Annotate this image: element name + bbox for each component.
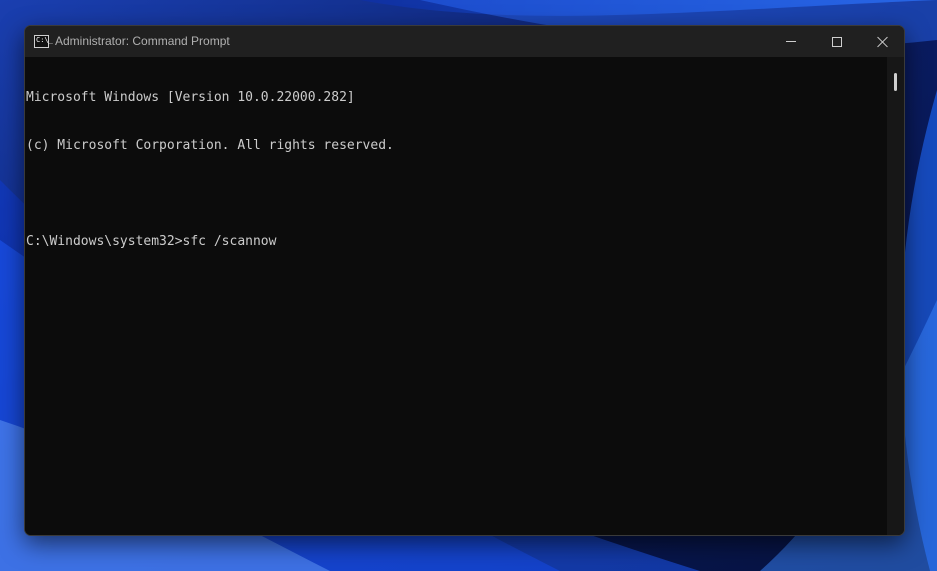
console-line-prompt-command: C:\Windows\system32>sfc /scannow bbox=[26, 234, 277, 249]
maximize-icon bbox=[832, 36, 842, 47]
console-output-area[interactable]: Microsoft Windows [Version 10.0.22000.28… bbox=[25, 57, 887, 535]
window-title: Administrator: Command Prompt bbox=[55, 34, 230, 48]
command-prompt-window[interactable]: C:\_ Administrator: Command Prompt Micro… bbox=[24, 25, 905, 536]
minimize-icon bbox=[786, 41, 796, 42]
app-icon-glyph: C:\_ bbox=[36, 36, 53, 44]
title-bar[interactable]: C:\_ Administrator: Command Prompt bbox=[25, 26, 904, 57]
close-icon bbox=[877, 36, 889, 48]
console-line-version: Microsoft Windows [Version 10.0.22000.28… bbox=[26, 90, 355, 105]
minimize-button[interactable] bbox=[768, 26, 814, 57]
scrollbar-thumb[interactable] bbox=[894, 73, 897, 91]
console-line-copyright: (c) Microsoft Corporation. All rights re… bbox=[26, 138, 394, 153]
command-prompt-icon[interactable]: C:\_ bbox=[34, 35, 53, 48]
close-button[interactable] bbox=[860, 26, 904, 57]
vertical-scrollbar[interactable] bbox=[887, 57, 904, 535]
maximize-button[interactable] bbox=[814, 26, 860, 57]
